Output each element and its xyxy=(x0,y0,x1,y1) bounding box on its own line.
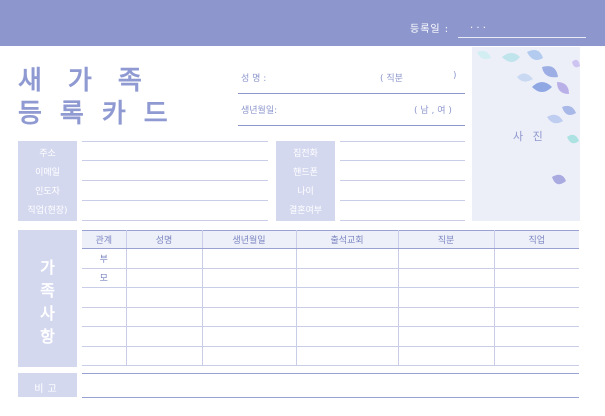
marital-label: 결혼여부 xyxy=(288,206,323,216)
gender-label: ( 남 , 여 ) xyxy=(414,106,452,116)
position-label: ( 직분 xyxy=(380,74,403,84)
cell-job[interactable] xyxy=(494,346,579,366)
address-line-top xyxy=(82,141,268,142)
family-label-char: 항 xyxy=(40,327,55,346)
cell-birth[interactable] xyxy=(202,287,297,308)
reg-date-line xyxy=(458,37,586,38)
job-label: 직업(현장) xyxy=(27,206,68,216)
cell-position[interactable] xyxy=(398,307,495,327)
name-label: 성 명 : xyxy=(241,74,267,84)
cell-position[interactable] xyxy=(398,287,495,308)
cell-church[interactable] xyxy=(296,287,399,308)
remark-line-top xyxy=(82,373,579,374)
job-field[interactable] xyxy=(82,220,268,221)
cell-name[interactable] xyxy=(126,287,203,308)
cell-name[interactable] xyxy=(126,307,203,327)
remark-label: 비고 xyxy=(34,384,61,395)
col-name: 성명 xyxy=(126,230,203,249)
mobile-field[interactable] xyxy=(340,180,465,181)
cell-relation[interactable] xyxy=(82,287,127,308)
family-label-char: 사 xyxy=(40,304,55,323)
cell-birth[interactable] xyxy=(202,326,297,347)
birth-field[interactable] xyxy=(238,125,465,126)
birth-label: 생년월일: xyxy=(241,106,278,116)
marital-field[interactable] xyxy=(340,220,465,221)
cell-relation[interactable] xyxy=(82,307,127,327)
cell-position[interactable] xyxy=(398,268,495,288)
family-label-char: 족 xyxy=(40,281,55,300)
family-table-header: 관계 성명 생년월일 출석교회 직분 직업 xyxy=(82,230,579,249)
col-church: 출석교회 xyxy=(296,230,399,249)
cell-job[interactable] xyxy=(494,287,579,308)
cell-position[interactable] xyxy=(398,326,495,347)
cell-birth[interactable] xyxy=(202,346,297,366)
email-field[interactable] xyxy=(82,180,268,181)
cell-relation[interactable]: 모 xyxy=(82,268,127,288)
table-row xyxy=(82,287,579,308)
cell-name[interactable] xyxy=(126,326,203,347)
cell-job[interactable] xyxy=(494,268,579,288)
title-line-1: 새가족 xyxy=(18,66,168,96)
col-position: 직분 xyxy=(398,230,495,249)
cell-job[interactable] xyxy=(494,248,579,269)
address-label: 주소 xyxy=(39,149,56,159)
table-row xyxy=(82,307,579,327)
cell-relation[interactable]: 부 xyxy=(82,248,127,269)
address-field[interactable] xyxy=(82,160,268,161)
age-label: 나이 xyxy=(297,187,314,197)
cell-birth[interactable] xyxy=(202,268,297,288)
family-table: 관계 성명 생년월일 출석교회 직분 직업 부 모 xyxy=(82,230,579,366)
photo-label: 사 진 xyxy=(513,130,546,143)
name-field[interactable] xyxy=(238,93,465,94)
reg-date-label: 등록일 : xyxy=(410,24,450,35)
cell-church[interactable] xyxy=(296,268,399,288)
cell-relation[interactable] xyxy=(82,346,127,366)
cell-church[interactable] xyxy=(296,346,399,366)
cell-church[interactable] xyxy=(296,248,399,269)
home-phone-label: 집전화 xyxy=(293,149,318,159)
remark-field[interactable] xyxy=(82,397,579,398)
home-phone-field[interactable] xyxy=(340,160,465,161)
col-job: 직업 xyxy=(494,230,579,249)
age-field[interactable] xyxy=(340,200,465,201)
email-label: 이메일 xyxy=(35,168,60,178)
cell-name[interactable] xyxy=(126,346,203,366)
table-row: 부 xyxy=(82,248,579,269)
cell-name[interactable] xyxy=(126,248,203,269)
table-row: 모 xyxy=(82,268,579,288)
cell-name[interactable] xyxy=(126,268,203,288)
family-label-box: 가 족 사 항 xyxy=(18,230,77,367)
guide-label: 인도자 xyxy=(35,187,60,197)
title-line-2: 등록카드 xyxy=(18,99,186,129)
cell-birth[interactable] xyxy=(202,307,297,327)
cell-church[interactable] xyxy=(296,326,399,347)
home-phone-line-top xyxy=(340,141,465,142)
col-birth: 생년월일 xyxy=(202,230,297,249)
cell-position[interactable] xyxy=(398,346,495,366)
col-relation: 관계 xyxy=(82,230,127,249)
cell-job[interactable] xyxy=(494,307,579,327)
family-label-char: 가 xyxy=(40,258,55,277)
cell-church[interactable] xyxy=(296,307,399,327)
cell-job[interactable] xyxy=(494,326,579,347)
reg-date-value: . . . xyxy=(470,20,486,31)
position-close: ) xyxy=(453,71,457,81)
cell-birth[interactable] xyxy=(202,248,297,269)
mobile-label: 핸드폰 xyxy=(293,168,318,178)
table-row xyxy=(82,326,579,347)
cell-position[interactable] xyxy=(398,248,495,269)
guide-field[interactable] xyxy=(82,200,268,201)
cell-relation[interactable] xyxy=(82,326,127,347)
table-row xyxy=(82,346,579,366)
